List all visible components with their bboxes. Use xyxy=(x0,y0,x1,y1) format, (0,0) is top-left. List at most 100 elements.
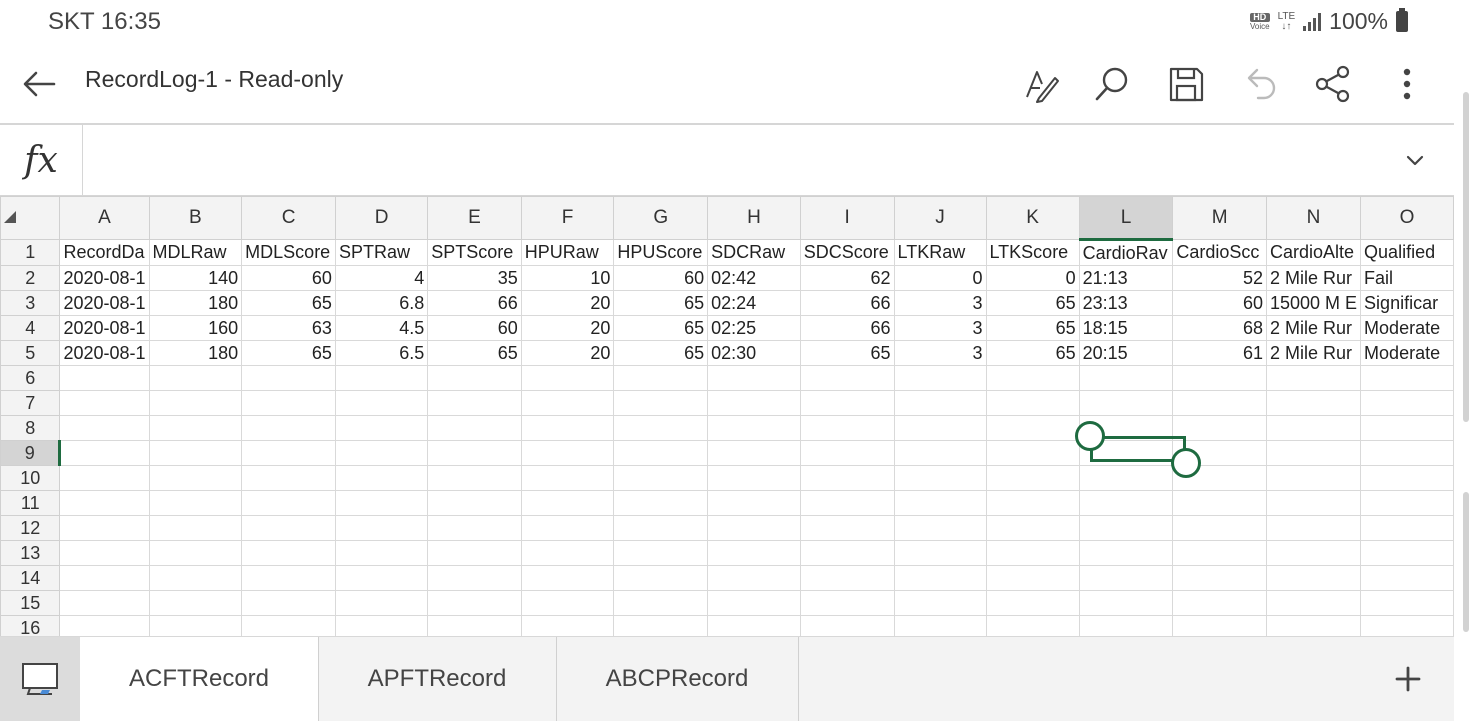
cell[interactable] xyxy=(1360,465,1454,491)
cell[interactable] xyxy=(893,365,987,391)
cell[interactable]: 0 xyxy=(893,265,987,291)
cell[interactable]: 63 xyxy=(241,315,336,341)
cell[interactable]: 66 xyxy=(427,290,522,316)
cell[interactable] xyxy=(707,565,801,591)
cell[interactable]: 65 xyxy=(613,315,709,341)
cell[interactable] xyxy=(613,390,709,416)
tab-abcprecord[interactable]: ABCPRecord xyxy=(556,637,799,721)
cell[interactable]: 65 xyxy=(985,315,1080,341)
cell[interactable] xyxy=(520,465,615,491)
cell[interactable] xyxy=(1360,565,1454,591)
cell[interactable] xyxy=(613,365,709,391)
cell[interactable] xyxy=(148,490,243,516)
column-header-j[interactable]: J xyxy=(893,196,987,240)
cell[interactable] xyxy=(241,390,336,416)
cell[interactable]: 20:15 xyxy=(1078,340,1174,366)
cell[interactable]: 6.5 xyxy=(334,340,429,366)
cell[interactable] xyxy=(241,440,336,466)
cell[interactable] xyxy=(1172,590,1267,616)
cell[interactable]: RecordDa xyxy=(59,239,150,266)
cell[interactable] xyxy=(1078,615,1174,636)
column-header-n[interactable]: N xyxy=(1265,196,1362,240)
cell[interactable]: 2 Mile Rur xyxy=(1265,265,1362,291)
cell[interactable]: SDCRaw xyxy=(707,239,801,266)
cell[interactable] xyxy=(241,540,336,566)
cell[interactable] xyxy=(613,565,709,591)
cell[interactable] xyxy=(520,565,615,591)
cell[interactable]: 2020-08-1 xyxy=(59,315,150,341)
cell[interactable] xyxy=(1172,415,1267,441)
cell[interactable] xyxy=(1265,365,1362,391)
cell[interactable] xyxy=(334,415,429,441)
cell[interactable] xyxy=(893,490,987,516)
cell[interactable] xyxy=(520,515,615,541)
cell[interactable]: 20 xyxy=(520,315,615,341)
cell[interactable] xyxy=(1265,590,1362,616)
cell[interactable]: 02:30 xyxy=(707,340,801,366)
column-header-b[interactable]: B xyxy=(148,196,243,240)
cell[interactable] xyxy=(520,415,615,441)
cell[interactable] xyxy=(334,365,429,391)
more-icon[interactable] xyxy=(1383,60,1431,108)
cell[interactable]: 66 xyxy=(799,290,895,316)
cell[interactable]: 60 xyxy=(241,265,336,291)
search-icon[interactable] xyxy=(1088,60,1136,108)
cell[interactable] xyxy=(985,565,1080,591)
row-header[interactable]: 1 xyxy=(0,239,61,266)
cell[interactable] xyxy=(148,515,243,541)
cell[interactable]: 02:42 xyxy=(707,265,801,291)
tab-apftrecord[interactable]: APFTRecord xyxy=(318,637,557,721)
cell[interactable]: 3 xyxy=(893,290,987,316)
cell[interactable] xyxy=(1265,390,1362,416)
share-icon[interactable] xyxy=(1309,60,1357,108)
column-header-f[interactable]: F xyxy=(520,196,615,240)
cell[interactable] xyxy=(1360,540,1454,566)
vertical-scrollbar[interactable] xyxy=(1463,92,1469,422)
cell[interactable] xyxy=(520,615,615,636)
cell[interactable] xyxy=(985,540,1080,566)
column-header-g[interactable]: G xyxy=(613,196,709,240)
cell[interactable] xyxy=(1360,590,1454,616)
cell[interactable] xyxy=(427,515,522,541)
cell[interactable]: HPURaw xyxy=(520,239,615,266)
cell[interactable] xyxy=(1172,390,1267,416)
cell[interactable]: Moderate xyxy=(1360,340,1454,366)
cell[interactable] xyxy=(59,365,150,391)
cell[interactable] xyxy=(241,415,336,441)
cell[interactable] xyxy=(1265,490,1362,516)
cell[interactable] xyxy=(520,540,615,566)
cell[interactable]: LTKScore xyxy=(985,239,1080,266)
cell[interactable] xyxy=(241,615,336,636)
cell[interactable] xyxy=(59,390,150,416)
formula-input[interactable] xyxy=(84,125,1384,195)
row-header[interactable]: 2 xyxy=(0,265,61,291)
cell[interactable] xyxy=(707,440,801,466)
column-header-c[interactable]: C xyxy=(241,196,336,240)
chevron-down-icon[interactable] xyxy=(1404,149,1426,171)
cell[interactable] xyxy=(1265,465,1362,491)
cell[interactable]: 02:24 xyxy=(707,290,801,316)
fx-icon[interactable]: fx xyxy=(0,125,83,195)
cell[interactable] xyxy=(893,465,987,491)
column-header-e[interactable]: E xyxy=(427,196,522,240)
cell[interactable] xyxy=(707,590,801,616)
cell[interactable]: 23:13 xyxy=(1078,290,1174,316)
cell[interactable] xyxy=(1360,490,1454,516)
cell[interactable]: 4 xyxy=(334,265,429,291)
cell[interactable] xyxy=(613,465,709,491)
cell[interactable] xyxy=(334,540,429,566)
cell[interactable] xyxy=(59,540,150,566)
cell[interactable]: 18:15 xyxy=(1078,315,1174,341)
vertical-scrollbar-lower[interactable] xyxy=(1463,492,1469,632)
cell[interactable] xyxy=(613,415,709,441)
cell[interactable] xyxy=(1078,490,1174,516)
cell[interactable] xyxy=(1172,615,1267,636)
cell[interactable] xyxy=(985,590,1080,616)
cell[interactable] xyxy=(148,540,243,566)
column-header-o[interactable]: O xyxy=(1360,196,1454,240)
cell[interactable] xyxy=(707,515,801,541)
cell[interactable] xyxy=(1360,515,1454,541)
cell[interactable] xyxy=(520,440,615,466)
row-header[interactable]: 7 xyxy=(0,390,61,416)
cell[interactable] xyxy=(241,465,336,491)
